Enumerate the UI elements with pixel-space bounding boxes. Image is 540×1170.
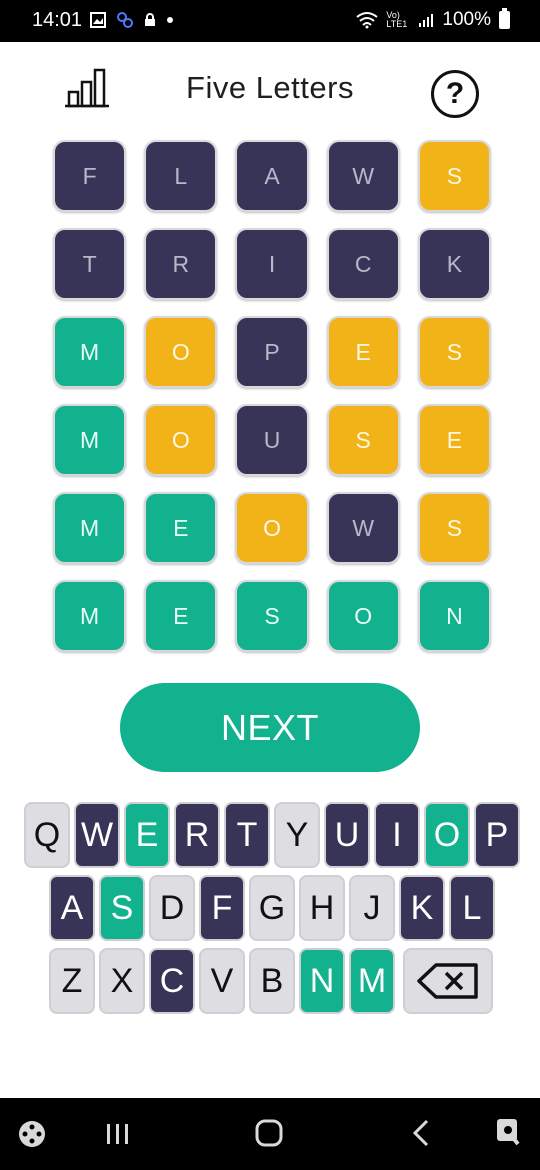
back-icon[interactable] bbox=[410, 1118, 432, 1148]
key-p[interactable]: P bbox=[474, 802, 520, 868]
game-board: FLAWSTRICKMOPESMOUSEMEOWSMESON bbox=[53, 140, 492, 668]
letter-tile-absent: I bbox=[235, 228, 309, 300]
key-a[interactable]: A bbox=[49, 875, 95, 941]
board-row: MEOWS bbox=[53, 492, 492, 564]
key-v[interactable]: V bbox=[199, 948, 245, 1014]
key-f[interactable]: F bbox=[199, 875, 245, 941]
letter-tile-absent: W bbox=[326, 492, 400, 564]
letter-tile-absent: P bbox=[235, 316, 309, 388]
letter-tile-present: S bbox=[417, 316, 492, 388]
letter-tile-correct: M bbox=[53, 404, 127, 476]
status-time: 14:01 bbox=[32, 9, 83, 31]
signal-icon bbox=[419, 14, 434, 27]
keyboard-row: QWERTYUIOP bbox=[24, 802, 520, 868]
key-c[interactable]: C bbox=[149, 948, 195, 1014]
letter-tile-absent: U bbox=[235, 404, 309, 476]
letter-tile-present: S bbox=[417, 492, 492, 564]
board-row: TRICK bbox=[53, 228, 492, 300]
recent-apps-icon[interactable] bbox=[104, 1122, 132, 1146]
key-j[interactable]: J bbox=[349, 875, 395, 941]
key-e[interactable]: E bbox=[124, 802, 170, 868]
key-b[interactable]: B bbox=[249, 948, 295, 1014]
key-u[interactable]: U bbox=[324, 802, 370, 868]
key-y[interactable]: Y bbox=[274, 802, 320, 868]
letter-tile-absent: F bbox=[53, 140, 127, 212]
key-o[interactable]: O bbox=[424, 802, 470, 868]
wifi-icon bbox=[356, 12, 379, 29]
letter-tile-correct: S bbox=[235, 580, 309, 652]
keyboard-row: ZXCVBNM bbox=[49, 948, 493, 1014]
home-icon[interactable] bbox=[254, 1118, 284, 1148]
letter-tile-correct: N bbox=[417, 580, 492, 652]
network-label: Vo) LTE1 bbox=[386, 10, 408, 29]
question-icon[interactable]: ? bbox=[431, 70, 479, 118]
lock-icon bbox=[145, 13, 155, 26]
key-z[interactable]: Z bbox=[49, 948, 95, 1014]
battery-percent: 100% bbox=[442, 9, 491, 30]
letter-tile-present: O bbox=[235, 492, 309, 564]
assistant-icon[interactable] bbox=[494, 1116, 524, 1148]
game-launcher-icon[interactable] bbox=[17, 1119, 47, 1149]
next-button[interactable]: NEXT bbox=[120, 683, 420, 772]
letter-tile-present: O bbox=[144, 404, 218, 476]
notification-dot-icon bbox=[167, 17, 173, 23]
backspace-key[interactable] bbox=[403, 948, 493, 1014]
board-row: MOPES bbox=[53, 316, 492, 388]
key-l[interactable]: L bbox=[449, 875, 495, 941]
key-s[interactable]: S bbox=[99, 875, 145, 941]
letter-tile-present: E bbox=[326, 316, 400, 388]
keyboard-row: ASDFGHJKL bbox=[49, 875, 495, 941]
letter-tile-absent: W bbox=[326, 140, 400, 212]
key-n[interactable]: N bbox=[299, 948, 345, 1014]
letter-tile-absent: L bbox=[144, 140, 218, 212]
letter-tile-correct: M bbox=[53, 580, 127, 652]
letter-tile-correct: O bbox=[326, 580, 400, 652]
gallery-icon bbox=[90, 12, 106, 28]
status-right: Vo) LTE1 100% bbox=[356, 8, 510, 31]
status-notification-icons bbox=[90, 11, 174, 29]
letter-tile-present: E bbox=[417, 404, 492, 476]
header: Five Letters ? bbox=[0, 42, 540, 132]
board-row: MOUSE bbox=[53, 404, 492, 476]
key-k[interactable]: K bbox=[399, 875, 445, 941]
status-bar: 14:01 Vo) LTE1 100% bbox=[0, 0, 540, 42]
key-q[interactable]: Q bbox=[24, 802, 70, 868]
key-g[interactable]: G bbox=[249, 875, 295, 941]
key-t[interactable]: T bbox=[224, 802, 270, 868]
letter-tile-absent: K bbox=[417, 228, 492, 300]
key-w[interactable]: W bbox=[74, 802, 120, 868]
board-row: FLAWS bbox=[53, 140, 492, 212]
battery-icon bbox=[499, 8, 510, 29]
key-h[interactable]: H bbox=[299, 875, 345, 941]
letter-tile-present: O bbox=[144, 316, 218, 388]
letter-tile-absent: R bbox=[144, 228, 218, 300]
backspace-icon bbox=[417, 963, 478, 999]
key-i[interactable]: I bbox=[374, 802, 420, 868]
letter-tile-correct: M bbox=[53, 492, 127, 564]
key-m[interactable]: M bbox=[349, 948, 395, 1014]
key-r[interactable]: R bbox=[174, 802, 220, 868]
letter-tile-absent: T bbox=[53, 228, 127, 300]
letter-tile-correct: M bbox=[53, 316, 127, 388]
key-d[interactable]: D bbox=[149, 875, 195, 941]
letter-tile-correct: E bbox=[144, 580, 218, 652]
settings-sync-icon bbox=[117, 12, 133, 28]
key-x[interactable]: X bbox=[99, 948, 145, 1014]
letter-tile-absent: A bbox=[235, 140, 309, 212]
letter-tile-present: S bbox=[326, 404, 400, 476]
system-nav-bar bbox=[0, 1098, 540, 1170]
letter-tile-correct: E bbox=[144, 492, 218, 564]
letter-tile-absent: C bbox=[326, 228, 400, 300]
board-row: MESON bbox=[53, 580, 492, 652]
letter-tile-present: S bbox=[417, 140, 492, 212]
